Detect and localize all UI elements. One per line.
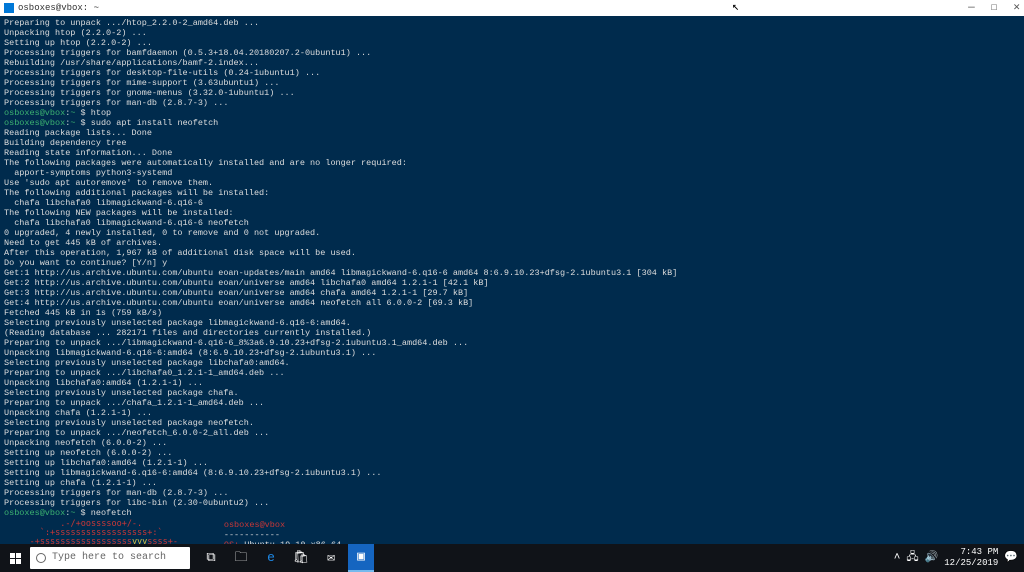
taskbar: Type here to search ⧉ 🗀 e 🛍 ✉ ▣ ˄ 🖧 🔊 7:…	[0, 544, 1024, 572]
prompt-line: osboxes@vbox:~ $ neofetch	[4, 508, 1020, 518]
terminal-output-line: Unpacking libmagickwand-6.q16-6:amd64 (8…	[4, 348, 1020, 358]
notifications-icon[interactable]: 💬	[1004, 553, 1018, 563]
taskbar-search[interactable]: Type here to search	[30, 547, 190, 569]
terminal-output-line: Setting up neofetch (6.0.0-2) ...	[4, 448, 1020, 458]
neofetch-separator: -----------	[224, 530, 413, 540]
terminal-output-line: (Reading database ... 282171 files and d…	[4, 328, 1020, 338]
terminal-output-line: Unpacking neofetch (6.0.0-2) ...	[4, 438, 1020, 448]
terminal-output-line: Reading package lists... Done	[4, 128, 1020, 138]
start-button[interactable]	[0, 544, 30, 572]
windows-icon	[10, 553, 21, 564]
terminal-output-line: Use 'sudo apt autoremove' to remove them…	[4, 178, 1020, 188]
ubuntu-ascii-logo: .-/+oossssoo+/-. `:+ssssssssssssssssss+:…	[4, 520, 214, 544]
prompt-line: osboxes@vbox:~ $ sudo apt install neofet…	[4, 118, 1020, 128]
terminal-output-line: Processing triggers for libc-bin (2.30-0…	[4, 498, 1020, 508]
taskbar-apps: ⧉ 🗀 e 🛍 ✉ ▣	[198, 544, 374, 572]
terminal-taskbar-icon[interactable]: ▣	[348, 544, 374, 572]
terminal-output-line: Unpacking htop (2.2.0-2) ...	[4, 28, 1020, 38]
terminal-output-line: Preparing to unpack .../libchafa0_1.2.1-…	[4, 368, 1020, 378]
terminal-output-line: Preparing to unpack .../htop_2.2.0-2_amd…	[4, 18, 1020, 28]
terminal-output-line: Selecting previously unselected package …	[4, 318, 1020, 328]
terminal-output-line: chafa libchafa0 libmagickwand-6.q16-6	[4, 198, 1020, 208]
terminal-app-icon	[4, 3, 14, 13]
terminal-output-line: apport-symptoms python3-systemd	[4, 168, 1020, 178]
terminal-output-line: Reading state information... Done	[4, 148, 1020, 158]
terminal-output-line: Setting up chafa (1.2.1-1) ...	[4, 478, 1020, 488]
terminal-output-line: Setting up htop (2.2.0-2) ...	[4, 38, 1020, 48]
terminal-output-line: Preparing to unpack .../chafa_1.2.1-1_am…	[4, 398, 1020, 408]
minimize-button[interactable]: —	[968, 3, 975, 13]
terminal-output-line: The following packages were automaticall…	[4, 158, 1020, 168]
terminal-output-line: Selecting previously unselected package …	[4, 358, 1020, 368]
window-controls: — ☐ ✕	[968, 3, 1020, 13]
maximize-button[interactable]: ☐	[991, 3, 998, 13]
terminal-output-line: After this operation, 1,967 kB of additi…	[4, 248, 1020, 258]
terminal-output-line: Selecting previously unselected package …	[4, 388, 1020, 398]
terminal-output-line: Setting up libchafa0:amd64 (1.2.1-1) ...	[4, 458, 1020, 468]
terminal-output-line: Setting up libmagickwand-6.q16-6:amd64 (…	[4, 468, 1020, 478]
terminal-output-line: Processing triggers for gnome-menus (3.3…	[4, 88, 1020, 98]
terminal-output-line: Processing triggers for man-db (2.8.7-3)…	[4, 488, 1020, 498]
system-tray: ˄ 🖧 🔊 7:43 PM 12/25/2019 💬	[894, 547, 1024, 569]
terminal-output-line: Processing triggers for mime-support (3.…	[4, 78, 1020, 88]
tray-chevron-up-icon[interactable]: ˄	[894, 553, 901, 563]
terminal-output-line: Processing triggers for bamfdaemon (0.5.…	[4, 48, 1020, 58]
terminal-output-line: Preparing to unpack .../libmagickwand-6.…	[4, 338, 1020, 348]
neofetch-output: .-/+oossssoo+/-. `:+ssssssssssssssssss+:…	[4, 520, 1020, 544]
terminal-output-line: chafa libchafa0 libmagickwand-6.q16-6 ne…	[4, 218, 1020, 228]
neofetch-header: osboxes@vbox	[224, 520, 285, 530]
neofetch-info: osboxes@vbox ----------- OS: Ubuntu 19.1…	[224, 520, 413, 544]
window-title: osboxes@vbox: ~	[18, 3, 99, 13]
taskbar-clock[interactable]: 7:43 PM 12/25/2019	[944, 547, 998, 569]
terminal-output-line: Get:3 http://us.archive.ubuntu.com/ubunt…	[4, 288, 1020, 298]
terminal-viewport[interactable]: Preparing to unpack .../htop_2.2.0-2_amd…	[0, 16, 1024, 544]
terminal-output-line: Processing triggers for desktop-file-uti…	[4, 68, 1020, 78]
prompt-line: osboxes@vbox:~ $ htop	[4, 108, 1020, 118]
terminal-output-line: Rebuilding /usr/share/applications/bamf-…	[4, 58, 1020, 68]
terminal-output-line: Get:1 http://us.archive.ubuntu.com/ubunt…	[4, 268, 1020, 278]
terminal-output-line: Preparing to unpack .../neofetch_6.0.0-2…	[4, 428, 1020, 438]
terminal-output-line: Processing triggers for man-db (2.8.7-3)…	[4, 98, 1020, 108]
mail-icon[interactable]: ✉	[318, 544, 344, 572]
network-icon[interactable]: 🖧	[906, 553, 918, 563]
terminal-output-line: Do you want to continue? [Y/n] y	[4, 258, 1020, 268]
search-placeholder: Type here to search	[52, 553, 166, 563]
terminal-output-line: Unpacking libchafa0:amd64 (1.2.1-1) ...	[4, 378, 1020, 388]
search-icon	[36, 553, 46, 563]
terminal-output-line: Building dependency tree	[4, 138, 1020, 148]
terminal-output-line: 0 upgraded, 4 newly installed, 0 to remo…	[4, 228, 1020, 238]
store-icon[interactable]: 🛍	[288, 544, 314, 572]
close-button[interactable]: ✕	[1013, 3, 1020, 13]
edge-icon[interactable]: e	[258, 544, 284, 572]
terminal-output-line: Unpacking chafa (1.2.1-1) ...	[4, 408, 1020, 418]
terminal-output-line: Selecting previously unselected package …	[4, 418, 1020, 428]
terminal-output-line: Fetched 445 kB in 1s (759 kB/s)	[4, 308, 1020, 318]
terminal-output-line: Get:2 http://us.archive.ubuntu.com/ubunt…	[4, 278, 1020, 288]
terminal-output-line: Get:4 http://us.archive.ubuntu.com/ubunt…	[4, 298, 1020, 308]
terminal-output-line: The following NEW packages will be insta…	[4, 208, 1020, 218]
explorer-icon[interactable]: 🗀	[228, 544, 254, 572]
window-titlebar: osboxes@vbox: ~ — ☐ ✕	[0, 0, 1024, 16]
task-view-icon[interactable]: ⧉	[198, 544, 224, 572]
terminal-output-line: Need to get 445 kB of archives.	[4, 238, 1020, 248]
terminal-output-line: The following additional packages will b…	[4, 188, 1020, 198]
volume-icon[interactable]: 🔊	[925, 553, 939, 563]
